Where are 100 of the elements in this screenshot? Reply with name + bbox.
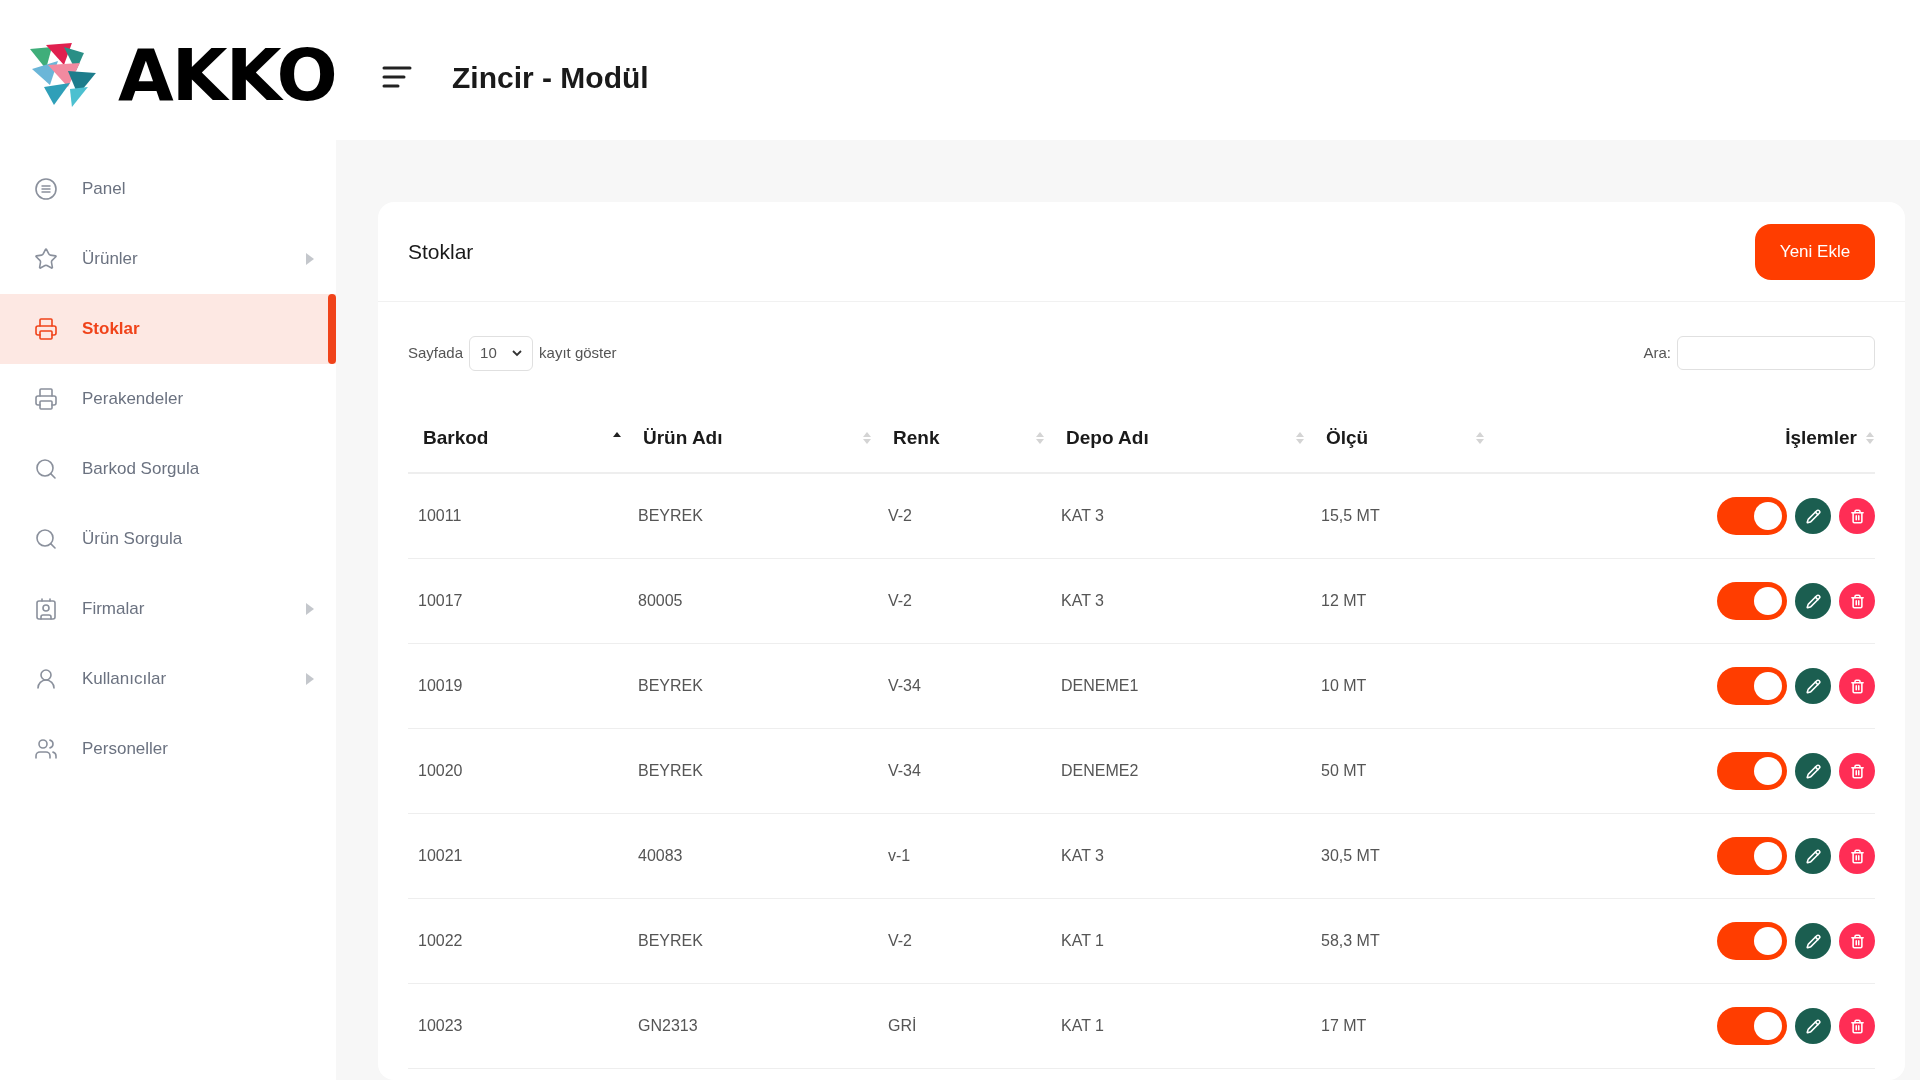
page-length-select[interactable]: 10 [469,335,534,371]
sidebar-item[interactable]: Stoklar [0,294,336,364]
brand-name: AKKO [117,39,336,111]
sidebar-item[interactable]: Personeller [0,714,336,784]
search-label: Ara: [1643,342,1671,363]
table-cell: BEYREK [638,762,703,779]
edit-button[interactable] [1795,583,1831,619]
table-cell: DENEME2 [1061,762,1139,779]
pencil-icon [1805,763,1821,779]
page-length-label: Sayfada [408,342,464,363]
table-cell: KAT 1 [1061,1017,1104,1034]
status-toggle[interactable] [1717,582,1787,620]
pencil-icon [1805,678,1821,694]
id-card-icon [34,597,58,621]
table-cell: BEYREK [638,932,703,949]
column-header[interactable]: Depo Adı [1066,423,1149,453]
trash-icon [1849,593,1865,609]
table-cell: 10 MT [1321,677,1367,694]
table-cell: V-34 [888,762,921,779]
menu-icon[interactable] [382,65,412,89]
sidebar-item[interactable]: Kullanıcılar [0,644,336,714]
list-circle-icon [34,177,58,201]
printer-icon [34,317,58,341]
active-indicator [328,294,336,364]
add-new-button[interactable]: Yeni Ekle [1755,223,1875,280]
trash-icon [1849,933,1865,949]
edit-button[interactable] [1795,838,1831,874]
table-cell: 58,3 MT [1321,932,1380,949]
trash-icon [1849,508,1865,524]
table-cell: 10021 [418,847,463,864]
table-cell: 10011 [418,507,462,524]
trash-icon [1849,1018,1865,1034]
trash-icon [1849,678,1865,694]
status-toggle[interactable] [1717,922,1787,960]
pencil-icon [1805,508,1821,524]
table-cell: BEYREK [638,677,703,694]
table-cell: 50 MT [1321,762,1367,779]
sidebar-item[interactable]: Ürünler [0,224,336,294]
sidebar-item[interactable]: Barkod Sorgula [0,434,336,504]
table-cell: 10017 [418,592,463,609]
delete-button[interactable] [1839,498,1875,534]
column-header[interactable]: Renk [893,423,940,453]
table-cell: 17 MT [1321,1017,1367,1034]
user-icon [34,667,58,691]
sidebar-item[interactable]: Panel [0,154,336,224]
table-cell: GN2313 [638,1017,698,1034]
card-title: Stoklar [408,238,474,265]
delete-button[interactable] [1839,838,1875,874]
edit-button[interactable] [1795,1008,1831,1044]
column-header[interactable]: Barkod [423,423,489,453]
table-cell: V-2 [888,932,912,949]
search-field[interactable] [1677,336,1875,370]
table-cell: BEYREK [638,507,703,524]
table-cell: V-2 [888,507,912,524]
delete-button[interactable] [1839,583,1875,619]
printer-icon [34,387,58,411]
status-toggle[interactable] [1717,837,1787,875]
search-icon [34,457,58,481]
table-cell: 40083 [638,847,683,864]
table-cell: KAT 3 [1061,847,1104,864]
edit-button[interactable] [1795,668,1831,704]
table-cell: KAT 1 [1061,932,1104,949]
table-cell: 15,5 MT [1321,507,1380,524]
delete-button[interactable] [1839,668,1875,704]
table-cell: 30,5 MT [1321,847,1380,864]
delete-button[interactable] [1839,1008,1875,1044]
status-toggle[interactable] [1717,497,1787,535]
pencil-icon [1805,933,1821,949]
page-length-label: kayıt göster [539,342,617,363]
table-cell: GRİ [888,1017,917,1034]
delete-button[interactable] [1839,923,1875,959]
users-icon [34,737,58,761]
sidebar-item[interactable]: Ürün Sorgula [0,504,336,574]
status-toggle[interactable] [1717,667,1787,705]
column-header[interactable]: İşlemler [1785,423,1857,453]
edit-button[interactable] [1795,753,1831,789]
status-toggle[interactable] [1717,752,1787,790]
table-cell: 80005 [638,592,683,609]
table-cell: 10019 [418,677,463,694]
pencil-icon [1805,593,1821,609]
chevron-down-icon [512,349,523,357]
pencil-icon [1805,1018,1821,1034]
table-cell: 10022 [418,932,463,949]
edit-button[interactable] [1795,923,1831,959]
status-toggle[interactable] [1717,1007,1787,1045]
page-title: Zincir - Modül [452,59,649,96]
sidebar-item[interactable]: Firmalar [0,574,336,644]
table-cell: v-1 [888,847,911,864]
table-cell: 12 MT [1321,592,1367,609]
search-icon [34,527,58,551]
pencil-icon [1805,848,1821,864]
sidebar-item[interactable]: Perakendeler [0,364,336,434]
table-cell: KAT 3 [1061,592,1104,609]
table-cell: KAT 3 [1061,507,1104,524]
column-header[interactable]: Ölçü [1326,423,1369,453]
table-cell: V-34 [888,677,921,694]
edit-button[interactable] [1795,498,1831,534]
delete-button[interactable] [1839,753,1875,789]
column-header[interactable]: Ürün Adı [643,423,723,453]
table-cell: 10023 [418,1017,463,1034]
